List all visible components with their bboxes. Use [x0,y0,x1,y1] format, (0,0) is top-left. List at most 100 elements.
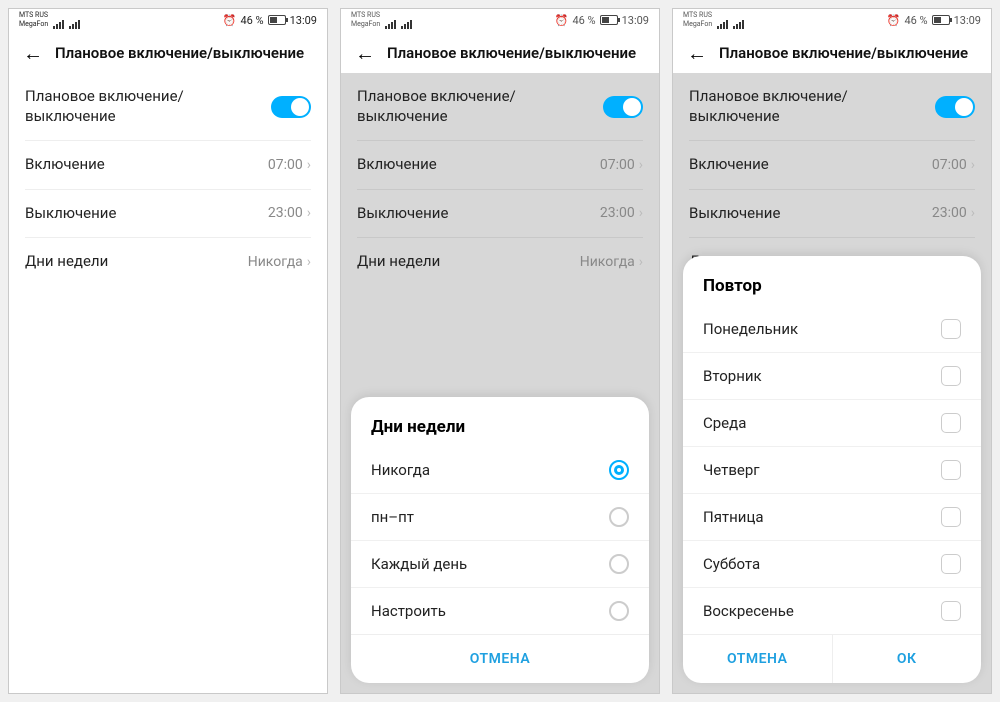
cancel-button[interactable]: ОТМЕНА [351,635,649,683]
power-on-value: 07:00 [600,157,635,173]
radio-icon[interactable] [609,554,629,574]
option-monday[interactable]: Понедельник [683,306,981,352]
checkbox-icon[interactable] [941,413,961,433]
chevron-right-icon: › [307,157,311,173]
toggle-switch[interactable] [603,96,643,118]
checkbox-icon[interactable] [941,319,961,339]
option-sunday[interactable]: Воскресенье [683,587,981,634]
battery-icon [600,15,618,25]
carrier-2: MegaFon [683,21,712,28]
option-label: Пятница [703,508,764,526]
option-custom[interactable]: Настроить [351,587,649,634]
chevron-right-icon: › [971,157,975,173]
signal-icon [717,20,728,29]
page-header: ← Плановое включение/выключение [9,31,327,73]
toggle-switch[interactable] [935,96,975,118]
signal-icon [385,20,396,29]
screen-3: MTS RUS MegaFon ⏰ 46 % 13:09 ← Плановое … [672,8,992,694]
page-title: Плановое включение/выключение [719,44,968,62]
days-bottom-sheet: Дни недели Никогда пн–пт Каждый день Нас… [351,397,649,683]
chevron-right-icon: › [639,254,643,270]
ok-button[interactable]: ОК [832,635,982,683]
option-friday[interactable]: Пятница [683,493,981,540]
checkbox-icon[interactable] [941,507,961,527]
toggle-label: Плановое включение/ выключение [25,87,271,126]
carrier-1: MTS RUS [19,12,80,19]
days-value: Никогда [248,254,303,270]
battery-pct: 46 % [904,14,927,27]
option-everyday[interactable]: Каждый день [351,540,649,587]
days-label: Дни недели [357,252,580,272]
back-icon[interactable]: ← [355,43,375,63]
battery-pct: 46 % [572,14,595,27]
radio-icon[interactable] [609,507,629,527]
toggle-row[interactable]: Плановое включение/ выключение [341,73,659,140]
toggle-row[interactable]: Плановое включение/ выключение [9,73,327,140]
option-never[interactable]: Никогда [351,447,649,493]
checkbox-icon[interactable] [941,601,961,621]
toggle-switch[interactable] [271,96,311,118]
sheet-title: Дни недели [351,397,649,447]
power-off-label: Выключение [25,204,268,224]
power-off-label: Выключение [357,204,600,224]
signal-icon-2 [69,20,80,29]
repeat-bottom-sheet: Повтор Понедельник Вторник Среда Четверг… [683,256,981,683]
clock-time: 13:09 [622,14,649,27]
power-off-row[interactable]: Выключение 23:00› [9,190,327,238]
option-label: Воскресенье [703,602,794,620]
power-on-value: 07:00 [268,157,303,173]
clock-time: 13:09 [290,14,317,27]
power-off-label: Выключение [689,204,932,224]
checkbox-icon[interactable] [941,366,961,386]
checkbox-icon[interactable] [941,460,961,480]
option-label: Среда [703,414,746,432]
battery-icon [268,15,286,25]
page-title: Плановое включение/выключение [55,44,304,62]
page-header: ← Плановое включение/выключение [341,31,659,73]
power-on-label: Включение [25,155,268,175]
toggle-label: Плановое включение/ выключение [689,87,935,126]
option-wednesday[interactable]: Среда [683,399,981,446]
back-icon[interactable]: ← [687,43,707,63]
power-off-row[interactable]: Выключение 23:00› [341,190,659,238]
option-weekdays[interactable]: пн–пт [351,493,649,540]
toggle-label: Плановое включение/ выключение [357,87,603,126]
checkbox-icon[interactable] [941,554,961,574]
radio-icon[interactable] [609,460,629,480]
cancel-button[interactable]: ОТМЕНА [683,635,832,683]
power-on-value: 07:00 [932,157,967,173]
days-row[interactable]: Дни недели Никогда› [341,238,659,286]
carrier-2: MegaFon [351,21,380,28]
option-saturday[interactable]: Суббота [683,540,981,587]
screen-1: MTS RUS MegaFon ⏰ 46 % 13:09 ← Плановое … [8,8,328,694]
option-thursday[interactable]: Четверг [683,446,981,493]
power-off-value: 23:00 [932,205,967,221]
alarm-icon: ⏰ [223,14,237,27]
days-row[interactable]: Дни недели Никогда› [9,238,327,286]
screen-2: MTS RUS MegaFon ⏰ 46 % 13:09 ← Плановое … [340,8,660,694]
option-tuesday[interactable]: Вторник [683,352,981,399]
battery-icon [932,15,950,25]
back-icon[interactable]: ← [23,43,43,63]
radio-icon[interactable] [609,601,629,621]
carrier-1: MTS RUS [351,12,412,19]
option-label: Четверг [703,461,760,479]
chevron-right-icon: › [639,205,643,221]
chevron-right-icon: › [971,205,975,221]
page-title: Плановое включение/выключение [387,44,636,62]
option-label: Никогда [371,461,430,479]
days-value: Никогда [580,254,635,270]
status-bar: MTS RUS MegaFon ⏰ 46 % 13:09 [9,9,327,31]
toggle-row[interactable]: Плановое включение/ выключение [673,73,991,140]
battery-pct: 46 % [240,14,263,27]
power-on-row[interactable]: Включение 07:00› [341,141,659,189]
option-label: Настроить [371,602,446,620]
option-label: Суббота [703,555,760,573]
carrier-2: MegaFon [19,21,48,28]
power-off-value: 23:00 [600,205,635,221]
power-on-row[interactable]: Включение 07:00› [9,141,327,189]
chevron-right-icon: › [639,157,643,173]
power-on-row[interactable]: Включение 07:00› [673,141,991,189]
option-label: Вторник [703,367,762,385]
power-off-row[interactable]: Выключение 23:00› [673,190,991,238]
